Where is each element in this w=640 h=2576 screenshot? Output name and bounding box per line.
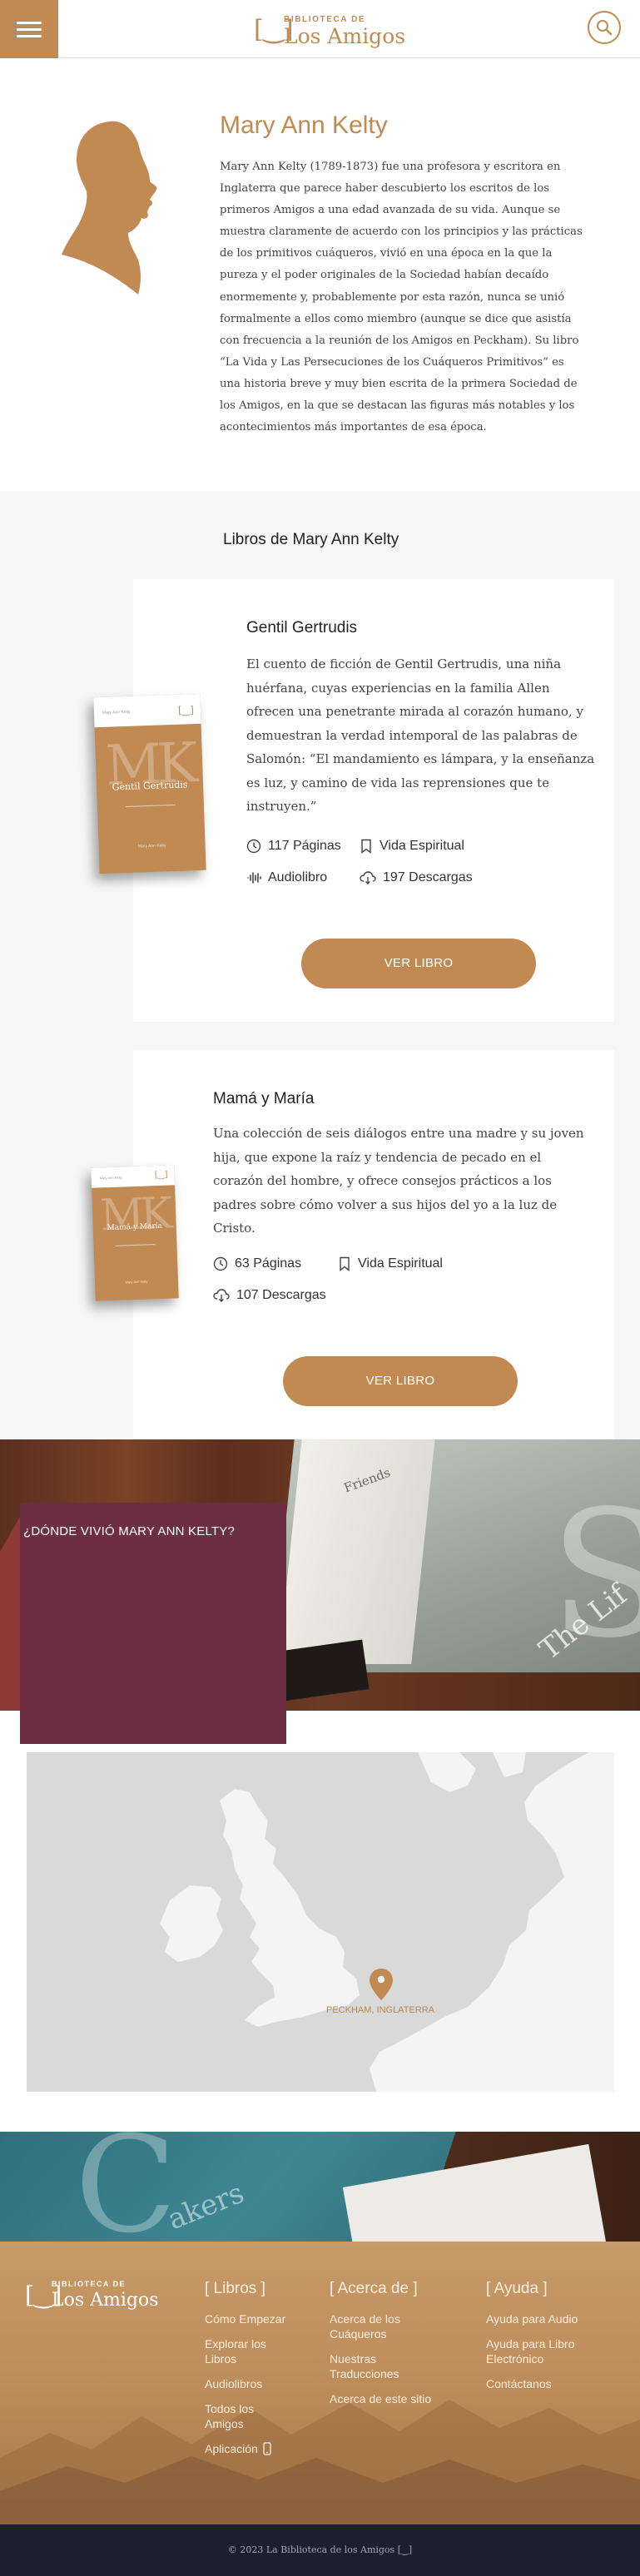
search-button[interactable] <box>588 11 621 44</box>
footer-link[interactable]: Contáctanos <box>486 2376 619 2391</box>
book-cover[interactable]: Mary Ann Kelty [‿] MK Mamá y María Mary … <box>91 1165 179 1301</box>
footer-column-ayuda: [ Ayuda ] Ayuda para Audio Ayuda para Li… <box>486 2280 619 2401</box>
menu-button[interactable] <box>0 0 58 58</box>
footer-link[interactable]: Ayuda para Libro Electrónico <box>486 2336 603 2366</box>
phone-icon <box>263 2442 271 2455</box>
clock-icon <box>213 1256 228 1271</box>
footer-logo[interactable]: [‿] BIBLIOTECA DE Los Amigos <box>25 2278 183 2315</box>
cloud-download-icon <box>213 1289 230 1302</box>
footer-link[interactable]: Todos los Amigos <box>205 2401 271 2431</box>
author-name: Mary Ann Kelty <box>220 111 388 139</box>
site-header: [‿] BIBLIOTECA DE Los Amigos <box>0 0 640 58</box>
search-icon <box>597 20 613 36</box>
footer-heading: [ Libros ] <box>205 2280 265 2297</box>
copyright: © 2023 La Biblioteca de los Amigos [‿] <box>0 2524 640 2576</box>
footer-link[interactable]: Acerca de los Cuáqueros <box>330 2311 421 2341</box>
footer-link[interactable]: Audiolibros <box>205 2376 313 2391</box>
book-pages: 63 Páginas <box>213 1256 301 1271</box>
footer-column-acerca: [ Acerca de ] Acerca de los Cuáqueros Nu… <box>330 2280 446 2416</box>
map-graphic <box>27 1752 614 2092</box>
footer-link[interactable]: Nuestras Traducciones <box>330 2351 413 2381</box>
site-footer: [‿] BIBLIOTECA DE Los Amigos [ Libros ] … <box>0 2242 640 2524</box>
bookmark-icon <box>361 839 371 854</box>
footer-link[interactable]: Acerca de este sitio <box>330 2391 446 2406</box>
footer-link[interactable]: Cómo Empezar <box>205 2311 313 2326</box>
book-audiobook: Audiolibro <box>246 870 327 885</box>
author-silhouette-image <box>62 121 157 295</box>
book-card: Mary Ann Kelty [‿] MK Mamá y María Mary … <box>91 1050 614 1446</box>
book-cover[interactable]: Mary Ann Kelty [‿] MK Gentil Gertrudis M… <box>93 693 206 874</box>
hamburger-icon <box>17 21 42 24</box>
book-pages: 117 Páginas <box>246 839 341 854</box>
book-description: El cuento de ficción de Gentil Gertrudis… <box>246 656 595 814</box>
cloud-download-icon <box>360 871 376 884</box>
book-description: Una colección de seis diálogos entre una… <box>213 1126 584 1236</box>
logo-small-text: BIBLIOTECA DE <box>284 15 366 24</box>
books-section: Libros de Mary Ann Kelty Mary Ann Kelty … <box>0 491 640 1446</box>
book-category: Vida Espiritual <box>338 1256 443 1271</box>
where-section: Friends S The Lif ¿DÓNDE VIVIÓ MARY ANN … <box>0 1439 640 2132</box>
logo-big-text: Los Amigos <box>284 24 406 48</box>
book-downloads: 107 Descargas <box>213 1288 326 1303</box>
author-section: Mary Ann Kelty Mary Ann Kelty (1789-1873… <box>0 58 640 491</box>
clock-icon <box>246 839 261 854</box>
footer-heading: [ Acerca de ] <box>330 2280 418 2297</box>
footer-link-app[interactable]: Aplicación <box>205 2441 313 2456</box>
book-title[interactable]: Mamá y María <box>213 1090 314 1108</box>
book-title[interactable]: Gentil Gertrudis <box>246 619 357 637</box>
footer-link[interactable]: Ayuda para Audio <box>486 2311 619 2326</box>
books-section-title: Libros de Mary Ann Kelty <box>223 531 399 548</box>
footer-heading: [ Ayuda ] <box>486 2280 548 2297</box>
site-logo[interactable]: [‿] BIBLIOTECA DE Los Amigos <box>254 12 412 48</box>
audio-wave-icon <box>247 872 261 884</box>
map-location-label: PECKHAM, INGLATERRA <box>326 2005 434 2015</box>
books-photo-banner-2: C akers <box>0 2132 640 2242</box>
view-book-button[interactable]: VER LIBRO <box>301 939 536 988</box>
footer-column-libros: [ Libros ] Cómo Empezar Explorar los Lib… <box>205 2280 313 2466</box>
book-category: Vida Espiritual <box>360 839 464 854</box>
book-downloads: 197 Descargas <box>360 870 473 885</box>
footer-link[interactable]: Explorar los Libros <box>205 2336 285 2366</box>
view-book-button[interactable]: VER LIBRO <box>283 1356 518 1406</box>
bookmark-icon <box>340 1256 350 1271</box>
where-title: ¿DÓNDE VIVIÓ MARY ANN KELTY? <box>23 1524 236 1538</box>
book-card: Mary Ann Kelty [‿] MK Gentil Gertrudis M… <box>93 579 614 1022</box>
where-title-box <box>20 1503 286 1744</box>
location-map[interactable]: PECKHAM, INGLATERRA <box>27 1752 614 2092</box>
author-bio: Mary Ann Kelty (1789-1873) fue una profe… <box>220 161 583 434</box>
